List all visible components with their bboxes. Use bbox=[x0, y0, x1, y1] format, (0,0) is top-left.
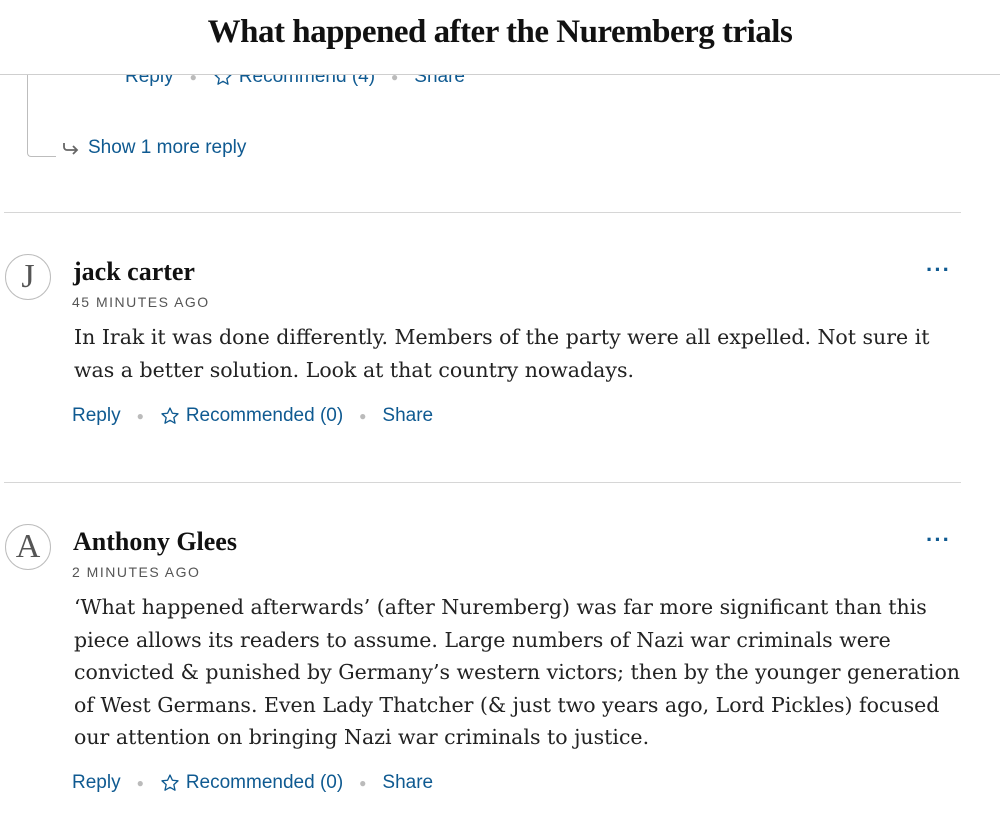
reply-link[interactable]: Reply bbox=[72, 405, 121, 427]
show-more-label: Show 1 more reply bbox=[88, 137, 247, 158]
star-icon bbox=[160, 406, 180, 426]
recommend-button[interactable]: Recommended (0) bbox=[160, 405, 343, 427]
separator-dot: ● bbox=[359, 776, 367, 790]
page-header: What happened after the Nuremberg trials bbox=[0, 0, 1000, 75]
comment-author[interactable]: Anthony Glees bbox=[73, 527, 237, 557]
show-more-replies-link[interactable]: Show 1 more reply bbox=[62, 137, 246, 159]
comment-text: In Irak it was done differently. Members… bbox=[74, 325, 930, 382]
share-link[interactable]: Share bbox=[382, 772, 433, 794]
recommend-label: Recommended (0) bbox=[185, 405, 344, 426]
comment-actions: Reply ● Recommended (0) ● Share bbox=[72, 772, 433, 794]
separator-dot: ● bbox=[136, 776, 144, 790]
comment-author[interactable]: jack carter bbox=[73, 257, 195, 287]
comment-timestamp: 2 MINUTES AGO bbox=[72, 564, 201, 580]
recommend-button[interactable]: Recommended (0) bbox=[160, 772, 343, 794]
star-icon bbox=[160, 773, 180, 793]
page-title: What happened after the Nuremberg trials bbox=[207, 14, 793, 50]
separator-dot: ● bbox=[136, 409, 144, 423]
avatar[interactable]: A bbox=[5, 524, 51, 570]
avatar[interactable]: J bbox=[5, 254, 51, 300]
recommend-label: Recommended (0) bbox=[185, 772, 344, 793]
comment-actions: Reply ● Recommended (0) ● Share bbox=[72, 405, 433, 427]
thread-connector-line bbox=[27, 74, 56, 157]
comment-divider bbox=[4, 212, 961, 213]
reply-link[interactable]: Reply bbox=[72, 772, 121, 794]
reply-arrow-icon bbox=[62, 141, 80, 155]
comment-text: ‘What happened afterwards’ (after Nuremb… bbox=[74, 595, 961, 749]
share-link[interactable]: Share bbox=[382, 405, 433, 427]
comment-timestamp: 45 MINUTES AGO bbox=[72, 294, 210, 310]
comment-divider bbox=[4, 482, 961, 483]
separator-dot: ● bbox=[359, 409, 367, 423]
more-options-icon[interactable]: ··· bbox=[926, 527, 951, 553]
more-options-icon[interactable]: ··· bbox=[926, 257, 951, 283]
